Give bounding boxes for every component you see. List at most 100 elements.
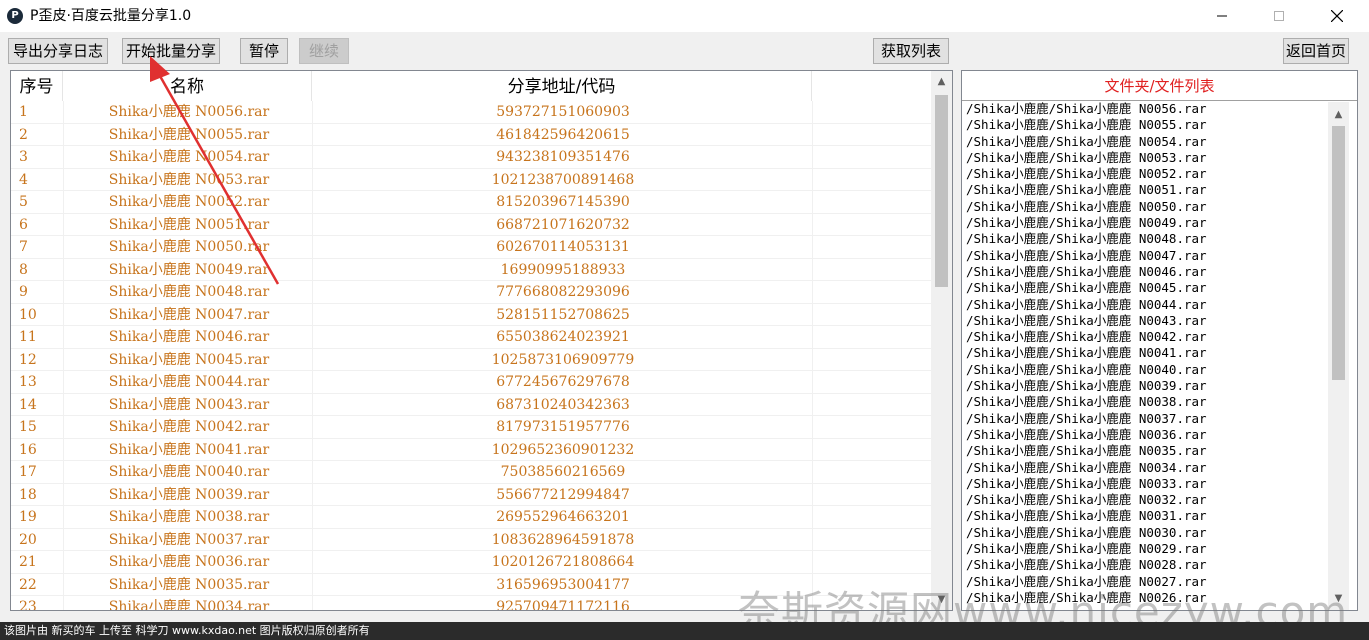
row-share-code: 593727151060903: [496, 104, 630, 120]
list-item[interactable]: /Shika小鹿鹿/Shika小鹿鹿 N0053.rar: [966, 150, 1326, 166]
header-share-code[interactable]: 分享地址/代码: [312, 71, 812, 101]
table-row[interactable]: 2 Shika小鹿鹿 N0055.rar 461842596420615: [11, 124, 931, 146]
table-row[interactable]: 21 Shika小鹿鹿 N0036.rar 1020126721808664: [11, 551, 931, 574]
list-item[interactable]: /Shika小鹿鹿/Shika小鹿鹿 N0054.rar: [966, 134, 1326, 150]
list-item[interactable]: /Shika小鹿鹿/Shika小鹿鹿 N0043.rar: [966, 313, 1326, 329]
table-row[interactable]: 8 Shika小鹿鹿 N0049.rar 16990995188933: [11, 259, 931, 281]
list-item[interactable]: /Shika小鹿鹿/Shika小鹿鹿 N0051.rar: [966, 182, 1326, 198]
scroll-thumb[interactable]: [935, 95, 948, 287]
row-index: 20: [19, 531, 37, 548]
file-list-scrollbar[interactable]: ▲ ▼: [1328, 102, 1349, 610]
list-item[interactable]: /Shika小鹿鹿/Shika小鹿鹿 N0035.rar: [966, 443, 1326, 459]
row-name: Shika小鹿鹿 N0035.rar: [108, 576, 270, 593]
fetch-list-button[interactable]: 获取列表: [873, 38, 949, 64]
list-item[interactable]: /Shika小鹿鹿/Shika小鹿鹿 N0030.rar: [966, 525, 1326, 541]
list-item[interactable]: /Shika小鹿鹿/Shika小鹿鹿 N0038.rar: [966, 394, 1326, 410]
table-row[interactable]: 14 Shika小鹿鹿 N0043.rar 687310240342363: [11, 394, 931, 416]
list-item[interactable]: /Shika小鹿鹿/Shika小鹿鹿 N0033.rar: [966, 476, 1326, 492]
row-index: 4: [19, 171, 28, 188]
row-index: 13: [19, 374, 37, 390]
list-item[interactable]: /Shika小鹿鹿/Shika小鹿鹿 N0032.rar: [966, 492, 1326, 508]
header-name[interactable]: 名称: [63, 71, 312, 101]
table-row[interactable]: 15 Shika小鹿鹿 N0042.rar 817973151957776: [11, 416, 931, 439]
list-item[interactable]: /Shika小鹿鹿/Shika小鹿鹿 N0044.rar: [966, 297, 1326, 313]
table-row[interactable]: 6 Shika小鹿鹿 N0051.rar 668721071620732: [11, 214, 931, 236]
table-row[interactable]: 7 Shika小鹿鹿 N0050.rar 602670114053131: [11, 236, 931, 259]
list-item[interactable]: /Shika小鹿鹿/Shika小鹿鹿 N0055.rar: [966, 117, 1326, 133]
pause-button[interactable]: 暂停: [240, 38, 288, 64]
row-index: 9: [19, 284, 28, 300]
row-index: 1: [19, 104, 28, 120]
row-share-code: 943238109351476: [496, 149, 630, 165]
row-index: 16: [19, 441, 37, 458]
table-row[interactable]: 11 Shika小鹿鹿 N0046.rar 655038624023921: [11, 326, 931, 349]
list-item[interactable]: /Shika小鹿鹿/Shika小鹿鹿 N0047.rar: [966, 248, 1326, 264]
row-share-code: 655038624023921: [496, 329, 630, 345]
row-share-code: 602670114053131: [496, 239, 630, 255]
row-share-code: 16990995188933: [500, 261, 626, 278]
list-item[interactable]: /Shika小鹿鹿/Shika小鹿鹿 N0039.rar: [966, 378, 1326, 394]
list-item[interactable]: /Shika小鹿鹿/Shika小鹿鹿 N0050.rar: [966, 199, 1326, 215]
row-index: 19: [19, 509, 37, 525]
row-index: 17: [19, 464, 37, 480]
row-share-code: 1029652360901232: [491, 441, 635, 458]
table-row[interactable]: 20 Shika小鹿鹿 N0037.rar 1083628964591878: [11, 529, 931, 551]
table-row[interactable]: 16 Shika小鹿鹿 N0041.rar 1029652360901232: [11, 439, 931, 461]
header-index[interactable]: 序号: [11, 71, 63, 101]
row-name: Shika小鹿鹿 N0044.rar: [108, 374, 270, 390]
scroll-up-icon[interactable]: ▲: [1330, 106, 1347, 123]
list-item[interactable]: /Shika小鹿鹿/Shika小鹿鹿 N0029.rar: [966, 541, 1326, 557]
grid-vertical-scrollbar[interactable]: ▲ ▼: [931, 71, 952, 610]
file-list-title: 文件夹/文件列表: [962, 71, 1357, 101]
list-item[interactable]: /Shika小鹿鹿/Shika小鹿鹿 N0034.rar: [966, 460, 1326, 476]
close-button[interactable]: [1314, 0, 1360, 32]
back-home-button[interactable]: 返回首页: [1283, 38, 1349, 64]
table-row[interactable]: 3 Shika小鹿鹿 N0054.rar 943238109351476: [11, 146, 931, 169]
row-share-code: 461842596420615: [496, 126, 630, 143]
start-batch-share-button[interactable]: 开始批量分享: [122, 38, 220, 64]
row-name: Shika小鹿鹿 N0042.rar: [108, 419, 270, 435]
file-list-panel: 文件夹/文件列表 /Shika小鹿鹿/Shika小鹿鹿 N0056.rar/Sh…: [961, 70, 1358, 611]
list-item[interactable]: /Shika小鹿鹿/Shika小鹿鹿 N0046.rar: [966, 264, 1326, 280]
list-item[interactable]: /Shika小鹿鹿/Shika小鹿鹿 N0056.rar: [966, 101, 1326, 117]
table-row[interactable]: 1 Shika小鹿鹿 N0056.rar 593727151060903: [11, 101, 931, 124]
table-row[interactable]: 19 Shika小鹿鹿 N0038.rar 269552964663201: [11, 506, 931, 529]
status-text: 该图片由 新买的车 上传至 科学刀 www.kxdao.net 图片版权归原创者…: [4, 624, 370, 637]
list-item[interactable]: /Shika小鹿鹿/Shika小鹿鹿 N0045.rar: [966, 280, 1326, 296]
list-item[interactable]: /Shika小鹿鹿/Shika小鹿鹿 N0049.rar: [966, 215, 1326, 231]
maximize-button[interactable]: [1256, 0, 1302, 32]
list-item[interactable]: /Shika小鹿鹿/Shika小鹿鹿 N0028.rar: [966, 557, 1326, 573]
table-row[interactable]: 12 Shika小鹿鹿 N0045.rar 1025873106909779: [11, 349, 931, 371]
scroll-up-icon[interactable]: ▲: [933, 73, 950, 90]
list-item[interactable]: /Shika小鹿鹿/Shika小鹿鹿 N0031.rar: [966, 508, 1326, 524]
list-item[interactable]: /Shika小鹿鹿/Shika小鹿鹿 N0036.rar: [966, 427, 1326, 443]
list-item[interactable]: /Shika小鹿鹿/Shika小鹿鹿 N0042.rar: [966, 329, 1326, 345]
scroll-thumb[interactable]: [1332, 126, 1345, 380]
grid-rows: 1 Shika小鹿鹿 N0056.rar 593727151060903 2 Shika…: [11, 101, 931, 610]
title-bar: P P歪皮·百度云批量分享1.0: [0, 0, 1369, 32]
row-share-code: 687310240342363: [496, 396, 630, 413]
table-row[interactable]: 4 Shika小鹿鹿 N0053.rar 1021238700891468: [11, 169, 931, 191]
table-row[interactable]: 9 Shika小鹿鹿 N0048.rar 777668082293096: [11, 281, 931, 304]
row-name: Shika小鹿鹿 N0050.rar: [108, 239, 270, 255]
list-item[interactable]: /Shika小鹿鹿/Shika小鹿鹿 N0052.rar: [966, 166, 1326, 182]
table-row[interactable]: 18 Shika小鹿鹿 N0039.rar 556677212994847: [11, 484, 931, 506]
list-item[interactable]: /Shika小鹿鹿/Shika小鹿鹿 N0037.rar: [966, 411, 1326, 427]
list-item[interactable]: /Shika小鹿鹿/Shika小鹿鹿 N0041.rar: [966, 345, 1326, 361]
table-row[interactable]: 10 Shika小鹿鹿 N0047.rar 528151152708625: [11, 304, 931, 326]
resume-button[interactable]: 继续: [299, 38, 349, 64]
table-row[interactable]: 5 Shika小鹿鹿 N0052.rar 815203967145390: [11, 191, 931, 214]
file-list[interactable]: /Shika小鹿鹿/Shika小鹿鹿 N0056.rar/Shika小鹿鹿/Sh…: [966, 101, 1326, 606]
row-name: Shika小鹿鹿 N0046.rar: [108, 329, 270, 345]
share-results-grid[interactable]: 序号 名称 分享地址/代码 1 Shika小鹿鹿 N0056.rar 5937271…: [10, 70, 953, 611]
list-item[interactable]: /Shika小鹿鹿/Shika小鹿鹿 N0048.rar: [966, 231, 1326, 247]
export-log-button[interactable]: 导出分享日志: [8, 38, 108, 64]
list-item[interactable]: /Shika小鹿鹿/Shika小鹿鹿 N0040.rar: [966, 362, 1326, 378]
row-index: 18: [19, 486, 37, 503]
row-name: Shika小鹿鹿 N0049.rar: [108, 261, 270, 278]
minimize-button[interactable]: [1199, 0, 1245, 32]
row-share-code: 1083628964591878: [491, 531, 635, 548]
table-row[interactable]: 13 Shika小鹿鹿 N0044.rar 677245676297678: [11, 371, 931, 394]
row-share-code: 1025873106909779: [491, 351, 635, 368]
table-row[interactable]: 17 Shika小鹿鹿 N0040.rar 75038560216569: [11, 461, 931, 484]
